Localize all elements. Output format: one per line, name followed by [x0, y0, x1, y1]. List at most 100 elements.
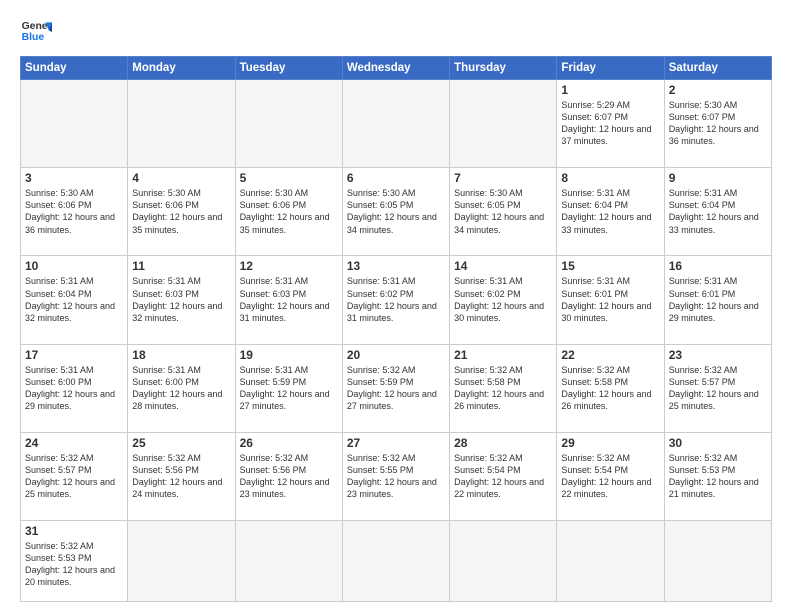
- day-info: Sunrise: 5:31 AM Sunset: 6:00 PM Dayligh…: [25, 364, 123, 413]
- calendar-week-row: 3 Sunrise: 5:30 AM Sunset: 6:06 PM Daylig…: [21, 168, 772, 256]
- calendar-cell: 13 Sunrise: 5:31 AM Sunset: 6:02 PM Dayli…: [342, 256, 449, 344]
- day-info: Sunrise: 5:32 AM Sunset: 5:54 PM Dayligh…: [454, 452, 552, 501]
- day-number: 28: [454, 436, 552, 450]
- calendar-week-row: 24 Sunrise: 5:32 AM Sunset: 5:57 PM Dayli…: [21, 432, 772, 520]
- day-number: 4: [132, 171, 230, 185]
- day-number: 31: [25, 524, 123, 538]
- day-number: 20: [347, 348, 445, 362]
- day-info: Sunrise: 5:32 AM Sunset: 5:59 PM Dayligh…: [347, 364, 445, 413]
- calendar-cell: 30 Sunrise: 5:32 AM Sunset: 5:53 PM Dayli…: [664, 432, 771, 520]
- calendar-cell: [450, 521, 557, 602]
- day-number: 23: [669, 348, 767, 362]
- day-number: 9: [669, 171, 767, 185]
- calendar-cell: 27 Sunrise: 5:32 AM Sunset: 5:55 PM Dayli…: [342, 432, 449, 520]
- day-number: 21: [454, 348, 552, 362]
- day-info: Sunrise: 5:30 AM Sunset: 6:06 PM Dayligh…: [240, 187, 338, 236]
- header: General Blue: [20, 16, 772, 48]
- col-header-saturday: Saturday: [664, 57, 771, 80]
- day-info: Sunrise: 5:32 AM Sunset: 5:53 PM Dayligh…: [25, 540, 123, 589]
- calendar-cell: 16 Sunrise: 5:31 AM Sunset: 6:01 PM Dayli…: [664, 256, 771, 344]
- calendar-table: SundayMondayTuesdayWednesdayThursdayFrid…: [20, 56, 772, 602]
- day-info: Sunrise: 5:31 AM Sunset: 6:03 PM Dayligh…: [240, 275, 338, 324]
- calendar-header-row: SundayMondayTuesdayWednesdayThursdayFrid…: [21, 57, 772, 80]
- day-info: Sunrise: 5:32 AM Sunset: 5:58 PM Dayligh…: [454, 364, 552, 413]
- day-info: Sunrise: 5:30 AM Sunset: 6:06 PM Dayligh…: [132, 187, 230, 236]
- day-info: Sunrise: 5:31 AM Sunset: 6:04 PM Dayligh…: [561, 187, 659, 236]
- day-number: 13: [347, 259, 445, 273]
- calendar-cell: 24 Sunrise: 5:32 AM Sunset: 5:57 PM Dayli…: [21, 432, 128, 520]
- calendar-cell: 18 Sunrise: 5:31 AM Sunset: 6:00 PM Dayli…: [128, 344, 235, 432]
- day-info: Sunrise: 5:31 AM Sunset: 6:01 PM Dayligh…: [561, 275, 659, 324]
- col-header-sunday: Sunday: [21, 57, 128, 80]
- calendar-cell: 21 Sunrise: 5:32 AM Sunset: 5:58 PM Dayli…: [450, 344, 557, 432]
- calendar-week-row: 1 Sunrise: 5:29 AM Sunset: 6:07 PM Daylig…: [21, 80, 772, 168]
- calendar-cell: 22Sunrise: 5:32 AM Sunset: 5:58 PM Dayli…: [557, 344, 664, 432]
- calendar-cell: [235, 80, 342, 168]
- day-number: 17: [25, 348, 123, 362]
- day-info: Sunrise: 5:29 AM Sunset: 6:07 PM Dayligh…: [561, 99, 659, 148]
- day-number: 30: [669, 436, 767, 450]
- day-number: 5: [240, 171, 338, 185]
- col-header-wednesday: Wednesday: [342, 57, 449, 80]
- calendar-cell: [235, 521, 342, 602]
- day-info: Sunrise: 5:30 AM Sunset: 6:05 PM Dayligh…: [454, 187, 552, 236]
- day-info: Sunrise: 5:31 AM Sunset: 6:02 PM Dayligh…: [347, 275, 445, 324]
- col-header-friday: Friday: [557, 57, 664, 80]
- calendar-week-row: 10 Sunrise: 5:31 AM Sunset: 6:04 PM Dayli…: [21, 256, 772, 344]
- calendar-week-row: 31 Sunrise: 5:32 AM Sunset: 5:53 PM Dayli…: [21, 521, 772, 602]
- calendar-cell: 23Sunrise: 5:32 AM Sunset: 5:57 PM Dayli…: [664, 344, 771, 432]
- calendar-cell: 11 Sunrise: 5:31 AM Sunset: 6:03 PM Dayli…: [128, 256, 235, 344]
- day-number: 24: [25, 436, 123, 450]
- calendar-week-row: 17 Sunrise: 5:31 AM Sunset: 6:00 PM Dayli…: [21, 344, 772, 432]
- calendar-cell: 17 Sunrise: 5:31 AM Sunset: 6:00 PM Dayli…: [21, 344, 128, 432]
- calendar-cell: 10 Sunrise: 5:31 AM Sunset: 6:04 PM Dayli…: [21, 256, 128, 344]
- calendar-cell: 31 Sunrise: 5:32 AM Sunset: 5:53 PM Dayli…: [21, 521, 128, 602]
- day-number: 25: [132, 436, 230, 450]
- calendar-cell: 28 Sunrise: 5:32 AM Sunset: 5:54 PM Dayli…: [450, 432, 557, 520]
- calendar-cell: 20 Sunrise: 5:32 AM Sunset: 5:59 PM Dayli…: [342, 344, 449, 432]
- day-number: 11: [132, 259, 230, 273]
- calendar-cell: 8 Sunrise: 5:31 AM Sunset: 6:04 PM Daylig…: [557, 168, 664, 256]
- day-number: 7: [454, 171, 552, 185]
- calendar-cell: 14Sunrise: 5:31 AM Sunset: 6:02 PM Dayli…: [450, 256, 557, 344]
- day-info: Sunrise: 5:30 AM Sunset: 6:07 PM Dayligh…: [669, 99, 767, 148]
- day-number: 16: [669, 259, 767, 273]
- day-number: 10: [25, 259, 123, 273]
- col-header-tuesday: Tuesday: [235, 57, 342, 80]
- day-number: 1: [561, 83, 659, 97]
- day-number: 2: [669, 83, 767, 97]
- logo: General Blue: [20, 16, 52, 48]
- day-info: Sunrise: 5:31 AM Sunset: 6:03 PM Dayligh…: [132, 275, 230, 324]
- day-info: Sunrise: 5:31 AM Sunset: 6:00 PM Dayligh…: [132, 364, 230, 413]
- day-number: 19: [240, 348, 338, 362]
- day-info: Sunrise: 5:32 AM Sunset: 5:56 PM Dayligh…: [240, 452, 338, 501]
- logo-icon: General Blue: [20, 16, 52, 48]
- day-info: Sunrise: 5:32 AM Sunset: 5:55 PM Dayligh…: [347, 452, 445, 501]
- calendar-cell: 5 Sunrise: 5:30 AM Sunset: 6:06 PM Daylig…: [235, 168, 342, 256]
- col-header-monday: Monday: [128, 57, 235, 80]
- calendar-cell: [128, 521, 235, 602]
- svg-text:Blue: Blue: [22, 32, 45, 43]
- day-info: Sunrise: 5:32 AM Sunset: 5:57 PM Dayligh…: [25, 452, 123, 501]
- day-info: Sunrise: 5:30 AM Sunset: 6:06 PM Dayligh…: [25, 187, 123, 236]
- day-number: 3: [25, 171, 123, 185]
- day-number: 18: [132, 348, 230, 362]
- calendar-cell: [342, 80, 449, 168]
- day-number: 12: [240, 259, 338, 273]
- day-info: Sunrise: 5:31 AM Sunset: 6:04 PM Dayligh…: [669, 187, 767, 236]
- day-number: 26: [240, 436, 338, 450]
- day-info: Sunrise: 5:31 AM Sunset: 6:04 PM Dayligh…: [25, 275, 123, 324]
- day-number: 27: [347, 436, 445, 450]
- day-number: 8: [561, 171, 659, 185]
- day-info: Sunrise: 5:32 AM Sunset: 5:53 PM Dayligh…: [669, 452, 767, 501]
- calendar-cell: 29Sunrise: 5:32 AM Sunset: 5:54 PM Dayli…: [557, 432, 664, 520]
- day-number: 29: [561, 436, 659, 450]
- day-info: Sunrise: 5:31 AM Sunset: 5:59 PM Dayligh…: [240, 364, 338, 413]
- calendar-cell: [342, 521, 449, 602]
- page: General Blue SundayMondayTuesdayWednesda…: [0, 0, 792, 612]
- calendar-cell: 15Sunrise: 5:31 AM Sunset: 6:01 PM Dayli…: [557, 256, 664, 344]
- calendar-cell: 19 Sunrise: 5:31 AM Sunset: 5:59 PM Dayli…: [235, 344, 342, 432]
- day-info: Sunrise: 5:30 AM Sunset: 6:05 PM Dayligh…: [347, 187, 445, 236]
- day-info: Sunrise: 5:31 AM Sunset: 6:01 PM Dayligh…: [669, 275, 767, 324]
- calendar-cell: [450, 80, 557, 168]
